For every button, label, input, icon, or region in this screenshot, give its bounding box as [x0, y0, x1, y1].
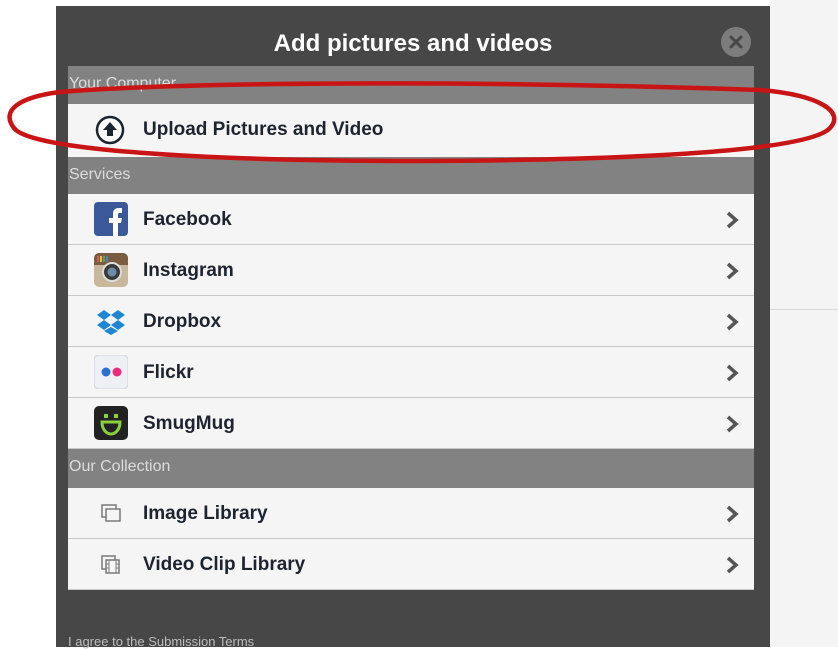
image-library-icon — [101, 504, 121, 522]
chevron-right-icon — [726, 313, 739, 331]
service-item-smugmug[interactable]: SmugMug — [68, 398, 754, 449]
service-label: Flickr — [143, 362, 194, 383]
close-icon[interactable] — [721, 27, 751, 57]
service-item-dropbox[interactable]: Dropbox — [68, 296, 754, 347]
smugmug-icon — [94, 406, 128, 440]
collection-label: Image Library — [143, 503, 268, 524]
dialog-title: Add pictures and videos — [273, 30, 553, 57]
section-header-our-collection: Our Collection — [68, 449, 754, 488]
chevron-right-icon — [726, 505, 739, 523]
service-item-flickr[interactable]: Flickr — [68, 347, 754, 398]
service-label: SmugMug — [143, 413, 235, 434]
background-divider — [770, 309, 838, 310]
dropbox-icon — [97, 310, 125, 335]
service-label: Dropbox — [143, 311, 222, 332]
section-header-label: Your Computer — [69, 75, 177, 92]
service-label: Instagram — [143, 260, 234, 281]
section-header-label: Our Collection — [69, 458, 171, 475]
section-header-services: Services — [68, 157, 754, 194]
service-item-facebook[interactable]: Facebook — [68, 194, 754, 245]
page-background — [770, 0, 838, 647]
video-library-icon — [101, 555, 120, 574]
collection-item-image-library[interactable]: Image Library — [68, 488, 754, 539]
upload-arrow-icon — [95, 115, 125, 145]
collection-item-video-clip-library[interactable]: Video Clip Library — [68, 539, 754, 590]
chevron-right-icon — [726, 211, 739, 229]
collection-label: Video Clip Library — [143, 554, 306, 575]
service-label: Facebook — [143, 209, 232, 230]
instagram-icon — [94, 253, 128, 287]
facebook-icon — [94, 202, 128, 236]
chevron-right-icon — [726, 364, 739, 382]
flickr-icon — [94, 355, 128, 389]
upload-pictures-button[interactable]: Upload Pictures and Video — [68, 104, 754, 157]
upload-pictures-label: Upload Pictures and Video — [143, 119, 384, 140]
chevron-right-icon — [726, 415, 739, 433]
section-header-your-computer: Your Computer — [68, 66, 754, 104]
chevron-right-icon — [726, 262, 739, 280]
add-media-dialog: Add pictures and videos Your Computer Up… — [56, 6, 770, 649]
section-header-label: Services — [69, 166, 131, 183]
service-item-instagram[interactable]: Instagram — [68, 245, 754, 296]
chevron-right-icon — [726, 556, 739, 574]
